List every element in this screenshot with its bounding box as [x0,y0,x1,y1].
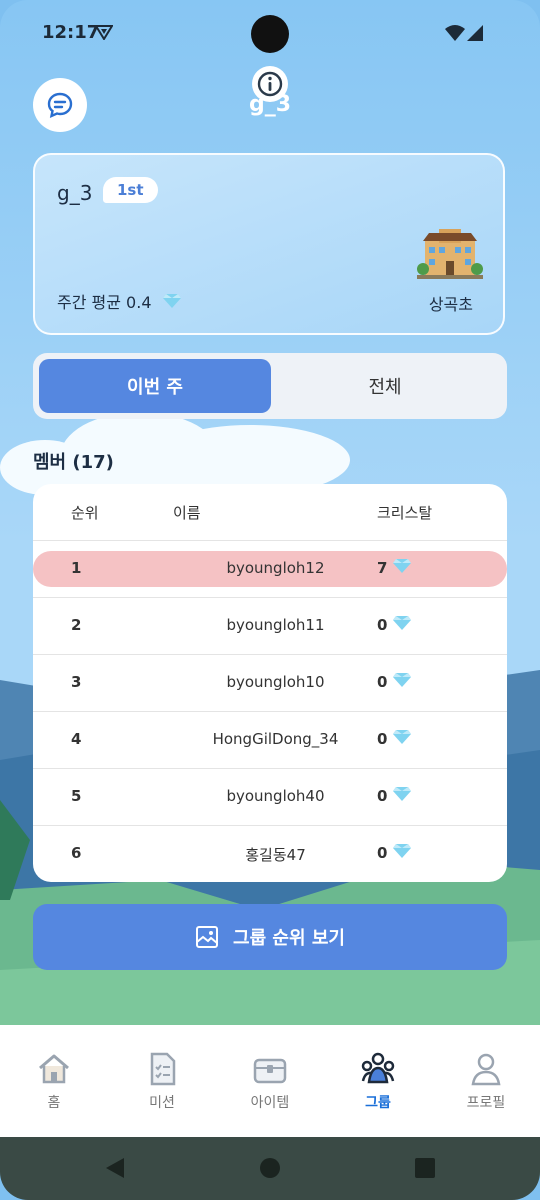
table-row[interactable]: 2 byoungloh11 0 [33,598,507,655]
home-icon [39,1054,69,1084]
members-table: 순위 이름 크리스탈 1 byoungloh12 7 2 byoungloh11… [33,484,507,882]
crystal-icon [393,559,412,573]
crystal-icon [393,787,412,801]
row-rank: 4 [71,730,82,748]
signal-icon [466,24,484,46]
wifi-icon [444,24,466,46]
header-rank: 순위 [71,504,99,522]
crystal-icon [162,294,181,308]
row-crystal: 0 [377,730,412,748]
status-time: 12:17 [42,22,100,43]
period-toggle: 이번 주 전체 [33,353,507,419]
row-rank: 1 [71,559,82,577]
chest-icon [253,1058,287,1084]
crystal-icon [393,616,412,630]
rank-badge: 1st [103,177,158,203]
header-crystal: 크리스탈 [377,504,433,522]
view-group-ranking-label: 그룹 순위 보기 [233,928,345,949]
row-rank: 3 [71,673,82,691]
crystal-icon [393,730,412,744]
status-bar: 12:17 [0,0,540,64]
tab-this-week[interactable]: 이번 주 [39,359,271,413]
row-rank: 2 [71,616,82,634]
nav-item-shop-label: 아이템 [250,1095,290,1111]
nav-group[interactable]: 그룹 [324,1025,432,1137]
group-info-card: g_3 1st 주간 평균 0.4 상곡초 [33,153,505,335]
row-name: HongGilDong_34 [212,730,339,748]
members-count-label: 멤버 (17) [33,452,114,473]
crystal-icon [393,844,412,858]
table-row[interactable]: 5 byoungloh40 0 [33,769,507,826]
image-gallery-icon [196,926,219,948]
home-circle-icon[interactable] [259,1157,281,1179]
vpn-icon [94,24,114,44]
group-icon [361,1052,395,1084]
row-crystal: 0 [377,844,412,862]
row-name: byoungloh40 [226,787,325,805]
info-icon [257,71,283,97]
table-header: 순위 이름 크리스탈 [33,484,507,541]
bottom-navigation: 홈 미션 아이템 그룹 프로필 [0,1025,540,1137]
table-row[interactable]: 4 HongGilDong_34 0 [33,712,507,769]
row-name: byoungloh10 [226,673,325,691]
row-name: byoungloh11 [226,616,325,634]
table-row[interactable]: 3 byoungloh10 0 [33,655,507,712]
app-screen: 12:17 g_3 g_3 1st 주간 평균 0.4 상곡초 이번 주 전체 … [0,0,540,1200]
info-button[interactable] [252,66,288,102]
nav-profile-label: 프로필 [466,1095,506,1111]
view-group-ranking-button[interactable]: 그룹 순위 보기 [33,904,507,970]
tab-all[interactable]: 전체 [269,359,501,413]
weekly-average-text: 주간 평균 0.4 [57,293,152,312]
school-building-icon [417,229,483,279]
group-name: g_3 [57,181,93,205]
front-camera [251,15,289,53]
crystal-icon [393,673,412,687]
nav-group-label: 그룹 [365,1095,391,1111]
school-name: 상곡초 [428,295,473,314]
row-name: byoungloh12 [226,559,325,577]
recents-icon[interactable] [415,1158,435,1178]
table-row[interactable]: 6 홍길동47 0 [33,826,507,882]
nav-mission[interactable]: 미션 [108,1025,216,1137]
nav-home[interactable]: 홈 [0,1025,108,1137]
row-name: 홍길동47 [245,846,306,864]
nav-profile[interactable]: 프로필 [432,1025,540,1137]
row-rank: 5 [71,787,82,805]
nav-mission-label: 미션 [149,1095,175,1111]
row-crystal: 7 [377,559,412,577]
nav-home-label: 홈 [47,1095,61,1111]
header-name: 이름 [173,504,201,522]
table-row[interactable]: 1 byoungloh12 7 [33,541,507,598]
row-crystal: 0 [377,616,412,634]
system-navigation-bar [0,1137,540,1200]
row-crystal: 0 [377,787,412,805]
row-rank: 6 [71,844,82,862]
back-icon[interactable] [104,1157,126,1179]
nav-item-shop[interactable]: 아이템 [216,1025,324,1137]
weekly-average: 주간 평균 0.4 [57,289,181,313]
mission-icon [150,1052,176,1086]
profile-icon [471,1053,501,1086]
row-crystal: 0 [377,673,412,691]
